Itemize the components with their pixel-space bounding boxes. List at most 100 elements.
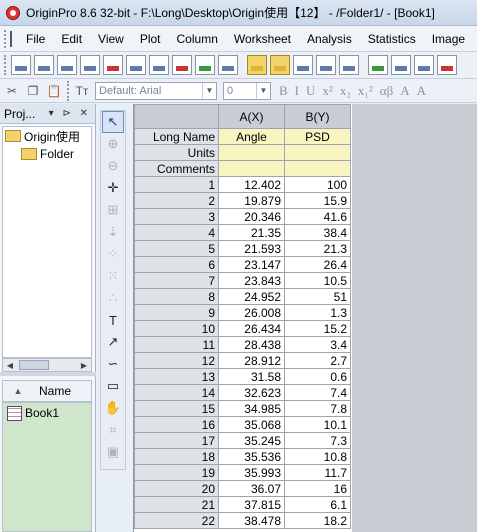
menu-worksheet[interactable]: Worksheet: [226, 32, 299, 46]
new-project-icon[interactable]: [11, 55, 31, 75]
origin-app-icon[interactable]: [6, 5, 20, 20]
row-number-header[interactable]: 8: [134, 288, 219, 305]
new-function-icon[interactable]: [126, 55, 146, 75]
data-cell[interactable]: 21.35: [218, 224, 285, 241]
open-excel-icon[interactable]: [293, 55, 313, 75]
data-cell[interactable]: 37.815: [218, 496, 285, 513]
data-cell[interactable]: 21.593: [218, 240, 285, 257]
curved-arrow-icon[interactable]: ∽: [102, 353, 124, 375]
new-workbook-icon[interactable]: [34, 55, 54, 75]
menu-statistics[interactable]: Statistics: [360, 32, 424, 46]
import-wizard-icon[interactable]: [195, 55, 215, 75]
data-cell[interactable]: 41.6: [284, 208, 351, 225]
data-cell[interactable]: 24.952: [218, 288, 285, 305]
data-cell[interactable]: 35.245: [218, 432, 285, 449]
tree-item-folder[interactable]: Folder: [3, 145, 91, 163]
data-cell[interactable]: 32.623: [218, 384, 285, 401]
data-cell[interactable]: 35.993: [218, 464, 285, 481]
data-cell[interactable]: 28.912: [218, 352, 285, 369]
chevron-down-icon[interactable]: ▼: [202, 82, 216, 99]
data-cell[interactable]: 1.3: [284, 304, 351, 321]
data-cell[interactable]: 7.4: [284, 384, 351, 401]
data-cell[interactable]: 23.147: [218, 256, 285, 273]
import-multiple-ascii-icon[interactable]: [391, 55, 411, 75]
import-single-ascii-icon[interactable]: [368, 55, 388, 75]
save-icon[interactable]: [316, 55, 336, 75]
name-column-header[interactable]: Name: [33, 384, 71, 398]
data-cell[interactable]: 2.7: [284, 352, 351, 369]
data-cell[interactable]: 15.9: [284, 192, 351, 209]
data-cell[interactable]: 10.1: [284, 416, 351, 433]
chevron-down-icon[interactable]: ▼: [256, 82, 270, 99]
data-cell[interactable]: 51: [284, 288, 351, 305]
meta-row-label[interactable]: Comments: [134, 160, 219, 177]
new-excel-icon[interactable]: [57, 55, 77, 75]
new-layout-icon[interactable]: [149, 55, 169, 75]
row-number-header[interactable]: 3: [134, 208, 219, 225]
panel-splitter[interactable]: [0, 372, 96, 376]
data-cell[interactable]: 23.843: [218, 272, 285, 289]
new-graph-icon[interactable]: [80, 55, 100, 75]
sort-up-icon[interactable]: ▲: [3, 386, 33, 396]
recalculate-icon[interactable]: [437, 55, 457, 75]
data-cell[interactable]: 18.2: [284, 512, 351, 529]
data-cell[interactable]: 0.6: [284, 368, 351, 385]
menu-analysis[interactable]: Analysis: [299, 32, 360, 46]
meta-row-label[interactable]: Long Name: [134, 128, 219, 145]
row-number-header[interactable]: 18: [134, 448, 219, 465]
menu-image[interactable]: Image: [424, 32, 473, 46]
screen-reader-icon[interactable]: ✛: [102, 177, 124, 199]
underline-button[interactable]: U: [306, 83, 315, 99]
subscript-button[interactable]: x₂: [340, 83, 351, 99]
region-tool-icon[interactable]: ▣: [102, 441, 124, 463]
data-cell[interactable]: 35.536: [218, 448, 285, 465]
regional-mask-icon[interactable]: ⁙: [102, 265, 124, 287]
data-selector-icon[interactable]: ⇣: [102, 221, 124, 243]
scroll-thumb[interactable]: [19, 360, 49, 370]
font-size-select[interactable]: 0 ▼: [223, 81, 271, 100]
draw-data-icon[interactable]: ⁘: [102, 243, 124, 265]
data-cell[interactable]: 38.4: [284, 224, 351, 241]
greek-button[interactable]: αβ: [380, 83, 393, 99]
data-cell[interactable]: 36.07: [218, 480, 285, 497]
menu-edit[interactable]: Edit: [53, 32, 90, 46]
tree-item-root[interactable]: Origin使用: [3, 127, 91, 145]
increase-font-button[interactable]: A: [400, 83, 409, 99]
row-number-header[interactable]: 10: [134, 320, 219, 337]
row-number-header[interactable]: 17: [134, 432, 219, 449]
data-cell[interactable]: 11.7: [284, 464, 351, 481]
scroll-right-icon[interactable]: ▶: [77, 361, 91, 370]
data-cell[interactable]: 38.478: [218, 512, 285, 529]
data-cell[interactable]: 19.879: [218, 192, 285, 209]
meta-cell[interactable]: Angle: [218, 128, 285, 145]
column-header-b[interactable]: B(Y): [284, 104, 351, 129]
font-select[interactable]: Default: Arial ▼: [95, 81, 217, 100]
row-number-header[interactable]: 7: [134, 272, 219, 289]
data-cell[interactable]: 21.3: [284, 240, 351, 257]
row-number-header[interactable]: 12: [134, 352, 219, 369]
scroll-left-icon[interactable]: ◀: [3, 361, 17, 370]
data-cell[interactable]: 6.1: [284, 496, 351, 513]
data-cell[interactable]: 20.346: [218, 208, 285, 225]
data-cell[interactable]: 7.3: [284, 432, 351, 449]
menu-column[interactable]: Column: [169, 32, 226, 46]
column-header-a[interactable]: A(X): [218, 104, 285, 129]
row-number-header[interactable]: 19: [134, 464, 219, 481]
hand-tool-icon[interactable]: ✋: [102, 397, 124, 419]
new-report-icon[interactable]: [218, 55, 238, 75]
row-number-header[interactable]: 1: [134, 176, 219, 193]
data-cell[interactable]: 12.402: [218, 176, 285, 193]
data-cell[interactable]: 31.58: [218, 368, 285, 385]
open-folder-icon[interactable]: [247, 55, 267, 75]
menu-file[interactable]: File: [18, 32, 53, 46]
meta-cell[interactable]: [284, 144, 351, 161]
data-cell[interactable]: 15.2: [284, 320, 351, 337]
row-number-header[interactable]: 21: [134, 496, 219, 513]
pointer-tool-icon[interactable]: ↖: [102, 111, 124, 133]
row-number-header[interactable]: 6: [134, 256, 219, 273]
zoom-in-icon[interactable]: ⊕: [102, 133, 124, 155]
rectangle-tool-icon[interactable]: ▭: [102, 375, 124, 397]
bold-button[interactable]: B: [279, 83, 288, 99]
meta-row-label[interactable]: Units: [134, 144, 219, 161]
menu-plot[interactable]: Plot: [132, 32, 169, 46]
